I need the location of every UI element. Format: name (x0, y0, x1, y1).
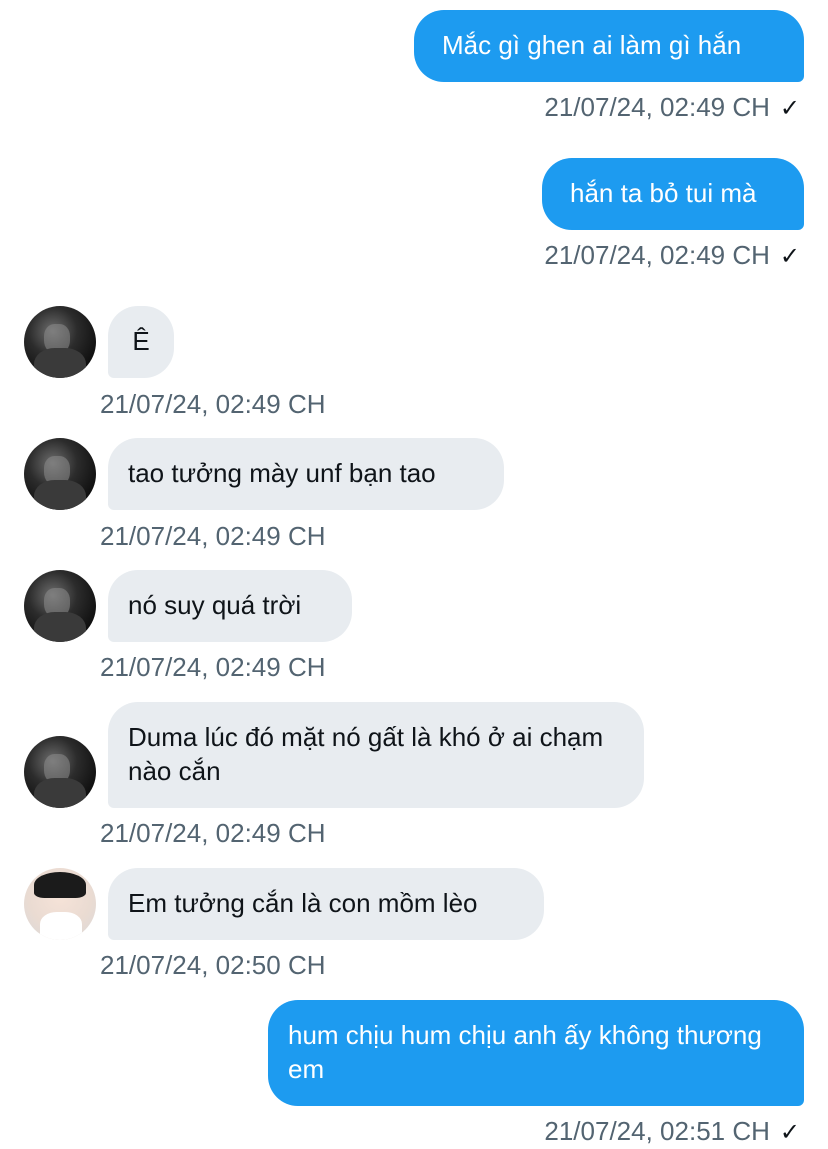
message-timestamp: 21/07/24, 02:49 CH (100, 652, 326, 682)
message-meta: 21/07/24, 02:51 CH ✓ (544, 1116, 800, 1148)
sender-avatar[interactable] (24, 306, 96, 378)
message-text: Duma lúc đó mặt nó gất là khó ở ai chạm … (128, 722, 604, 786)
message-bubble-received[interactable]: tao tưởng mày unf bạn tao (108, 438, 504, 510)
checkmark-icon: ✓ (779, 243, 800, 271)
checkmark-icon: ✓ (779, 95, 800, 123)
message-timestamp: 21/07/24, 02:49 CH (100, 818, 326, 848)
sender-avatar[interactable] (24, 868, 96, 940)
message-timestamp: 21/07/24, 02:51 CH (544, 1116, 770, 1146)
message-meta: 21/07/24, 02:49 CH ✓ (544, 240, 800, 272)
message-text: Em tưởng cắn là con mồm lèo (128, 888, 478, 918)
message-timestamp: 21/07/24, 02:50 CH (100, 950, 326, 980)
message-timestamp: 21/07/24, 02:49 CH (100, 389, 326, 419)
message-timestamp: 21/07/24, 02:49 CH (544, 92, 770, 122)
message-meta: 21/07/24, 02:49 CH ✓ (544, 92, 800, 124)
sender-avatar[interactable] (24, 570, 96, 642)
message-bubble-received[interactable]: Duma lúc đó mặt nó gất là khó ở ai chạm … (108, 702, 644, 808)
message-text: hắn ta bỏ tui mà (570, 178, 757, 208)
message-bubble-sent[interactable]: hắn ta bỏ tui mà (542, 158, 804, 230)
message-bubble-sent[interactable]: Mắc gì ghen ai làm gì hắn (414, 10, 804, 82)
message-timestamp: 21/07/24, 02:49 CH (100, 521, 326, 551)
message-bubble-received[interactable]: nó suy quá trời (108, 570, 352, 642)
message-text: hum chịu hum chịu anh ấy không thương em (288, 1020, 762, 1084)
message-text: Mắc gì ghen ai làm gì hắn (442, 30, 742, 60)
message-bubble-sent[interactable]: hum chịu hum chịu anh ấy không thương em (268, 1000, 804, 1106)
message-text: nó suy quá trời (128, 590, 302, 620)
checkmark-icon: ✓ (779, 1119, 800, 1147)
sender-avatar[interactable] (24, 736, 96, 808)
message-bubble-received[interactable]: Em tưởng cắn là con mồm lèo (108, 868, 544, 940)
message-text: Ê (132, 326, 150, 356)
message-text: tao tưởng mày unf bạn tao (128, 458, 436, 488)
message-bubble-received[interactable]: Ê (108, 306, 174, 378)
sender-avatar[interactable] (24, 438, 96, 510)
message-timestamp: 21/07/24, 02:49 CH (544, 240, 770, 270)
